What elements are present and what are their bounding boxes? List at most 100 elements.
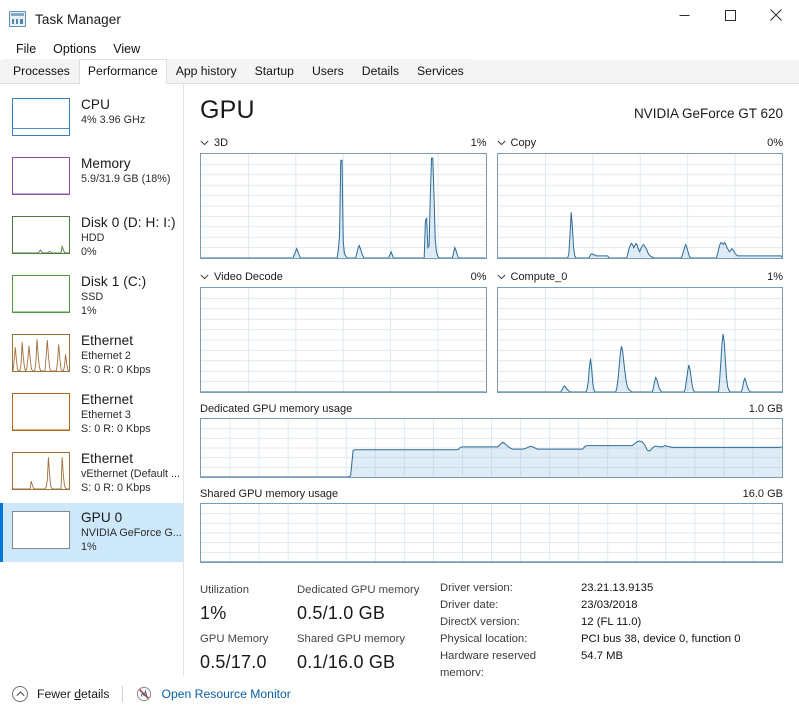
info-key: Physical location: (440, 633, 528, 645)
sidebar-item-cpu[interactable]: CPU 4% 3.96 GHz (0, 90, 183, 149)
sidebar-item-sub1: 4% 3.96 GHz (81, 114, 146, 126)
gpu-device-name: NVIDIA GeForce GT 620 (633, 106, 783, 121)
tab-details[interactable]: Details (352, 59, 409, 83)
chart-compute-0 (496, 287, 783, 393)
minimize-button[interactable] (661, 0, 707, 30)
task-manager-icon (9, 11, 26, 27)
sidebar-item-title: GPU 0 (81, 510, 123, 525)
gpu0-mini-graph (12, 511, 70, 549)
chevron-down-icon[interactable] (496, 271, 506, 283)
info-value: 12 (FL 11.0) (581, 616, 642, 628)
engine-value: 1% (470, 137, 487, 149)
chevron-down-icon[interactable] (200, 271, 209, 283)
ethernet3-mini-graph (12, 393, 70, 431)
info-key: Driver version: (440, 582, 513, 594)
chart-copy (496, 153, 783, 259)
sidebar-item-ethernet-3[interactable]: Ethernet Ethernet 3 S: 0 R: 0 Kbps (0, 385, 183, 444)
sidebar-item-memory[interactable]: Memory 5.9/31.9 GB (18%) (0, 149, 183, 208)
sidebar-item-sub2: S: 0 R: 0 Kbps (81, 482, 151, 494)
sidebar-item-sub1: NVIDIA GeForce G... (81, 527, 182, 539)
dedicated-memory-max: 1.0 GB (748, 403, 783, 415)
sidebar-item-vethernet[interactable]: Ethernet vEthernet (Default ... S: 0 R: … (0, 444, 183, 503)
sidebar-item-sub1: SSD (81, 291, 104, 303)
memory-mini-graph (12, 157, 70, 195)
cpu-mini-graph (12, 98, 70, 136)
sidebar-item-title: Ethernet (81, 333, 134, 348)
chevron-down-icon[interactable] (496, 137, 506, 149)
tab-performance[interactable]: Performance (78, 59, 167, 84)
engine-row-2: Video Decode 0% Compute_0 1% (200, 270, 783, 393)
chart-video-decode (200, 287, 487, 393)
sidebar-item-sub1: 5.9/31.9 GB (18%) (81, 173, 171, 185)
engine-label: Video Decode (214, 271, 283, 283)
gpu-detail-panel: GPU NVIDIA GeForce GT 620 3D 1% Copy 0% … (184, 84, 799, 698)
tab-startup[interactable]: Startup (245, 59, 303, 83)
sidebar-item-title: Ethernet (81, 392, 134, 407)
dedicated-memory-label: Dedicated GPU memory usage (200, 403, 353, 415)
engine-value: 1% (767, 271, 783, 283)
engine-cell-video-decode: Video Decode 0% (200, 270, 487, 393)
sidebar-item-sub1: Ethernet 2 (81, 350, 131, 362)
sidebar-item-sub2: 0% (81, 246, 97, 258)
fewer-details-label: Fewer details (37, 687, 110, 701)
sidebar-item-title: Ethernet (81, 451, 134, 466)
window-controls (661, 0, 799, 30)
stat-label-utilization: Utilization (200, 584, 249, 596)
sidebar-item-sub1: vEthernet (Default ... (81, 468, 181, 480)
engine-cell-copy: Copy 0% (496, 136, 783, 259)
menu-view[interactable]: View (105, 40, 149, 58)
tab-app-history[interactable]: App history (166, 59, 246, 83)
info-value: 23/03/2018 (581, 599, 638, 611)
chart-shared-memory (200, 503, 783, 563)
tab-users[interactable]: Users (302, 59, 353, 83)
open-resource-monitor-link[interactable]: Open Resource Monitor (161, 687, 290, 701)
sidebar-item-disk-1[interactable]: Disk 1 (C:) SSD 1% (0, 267, 183, 326)
disk0-mini-graph (12, 216, 70, 254)
shared-memory-block: Shared GPU memory usage 16.0 GB (200, 488, 783, 563)
close-button[interactable] (753, 0, 799, 30)
info-row: DirectX version: 12 (FL 11.0) (440, 614, 741, 631)
stat-label-dedicated: Dedicated GPU memory (297, 584, 420, 596)
sidebar-item-disk-0[interactable]: Disk 0 (D: H: I:) HDD 0% (0, 208, 183, 267)
stat-value-shared: 0.1/16.0 GB (297, 652, 396, 672)
info-key: DirectX version: (440, 616, 520, 628)
info-key: Driver date: (440, 599, 499, 611)
footer-divider (122, 686, 124, 702)
sidebar-item-title: CPU (81, 97, 111, 112)
chevron-up-icon[interactable] (12, 686, 28, 702)
shared-memory-max: 16.0 GB (742, 488, 783, 500)
chart-dedicated-memory (200, 418, 783, 478)
stat-label-gpu-memory: GPU Memory (200, 633, 269, 645)
info-value: PCI bus 38, device 0, function 0 (581, 633, 741, 645)
title-bar: Task Manager (0, 0, 799, 38)
info-row: Driver date: 23/03/2018 (440, 597, 741, 614)
panel-header: GPU NVIDIA GeForce GT 620 (200, 96, 783, 125)
engine-value: 0% (470, 271, 487, 283)
sidebar-item-gpu-0[interactable]: GPU 0 NVIDIA GeForce G... 1% (0, 503, 183, 562)
info-row: Driver version: 23.21.13.9135 (440, 580, 741, 597)
sidebar-item-title: Disk 1 (C:) (81, 274, 147, 289)
engine-cell-compute-0: Compute_0 1% (496, 270, 783, 393)
info-value: 23.21.13.9135 (581, 582, 654, 594)
engine-value: 0% (767, 137, 783, 149)
sidebar-item-sub2: 1% (81, 305, 97, 317)
menu-options[interactable]: Options (45, 40, 105, 58)
tab-bar: Processes Performance App history Startu… (0, 59, 799, 84)
dedicated-memory-block: Dedicated GPU memory usage 1.0 GB (200, 403, 783, 478)
sidebar-item-sub2: 1% (81, 541, 97, 553)
sidebar-item-ethernet-2[interactable]: Ethernet Ethernet 2 S: 0 R: 0 Kbps (0, 326, 183, 385)
tab-processes[interactable]: Processes (4, 59, 79, 83)
sidebar-item-sub1: Ethernet 3 (81, 409, 131, 421)
stat-value-utilization: 1% (200, 603, 227, 623)
sidebar-item-sub2: S: 0 R: 0 Kbps (81, 364, 151, 376)
stat-label-shared: Shared GPU memory (297, 633, 405, 645)
menu-file[interactable]: File (8, 40, 45, 58)
task-manager-window: Task Manager File Options View Processes… (0, 0, 799, 712)
maximize-button[interactable] (707, 0, 753, 30)
chevron-down-icon[interactable] (200, 137, 209, 149)
engine-label: Copy (510, 137, 537, 149)
tab-services[interactable]: Services (408, 59, 473, 83)
vethernet-mini-graph (12, 452, 70, 490)
menu-bar: File Options View (0, 38, 799, 60)
fewer-details-button[interactable]: Fewer details (37, 687, 109, 701)
